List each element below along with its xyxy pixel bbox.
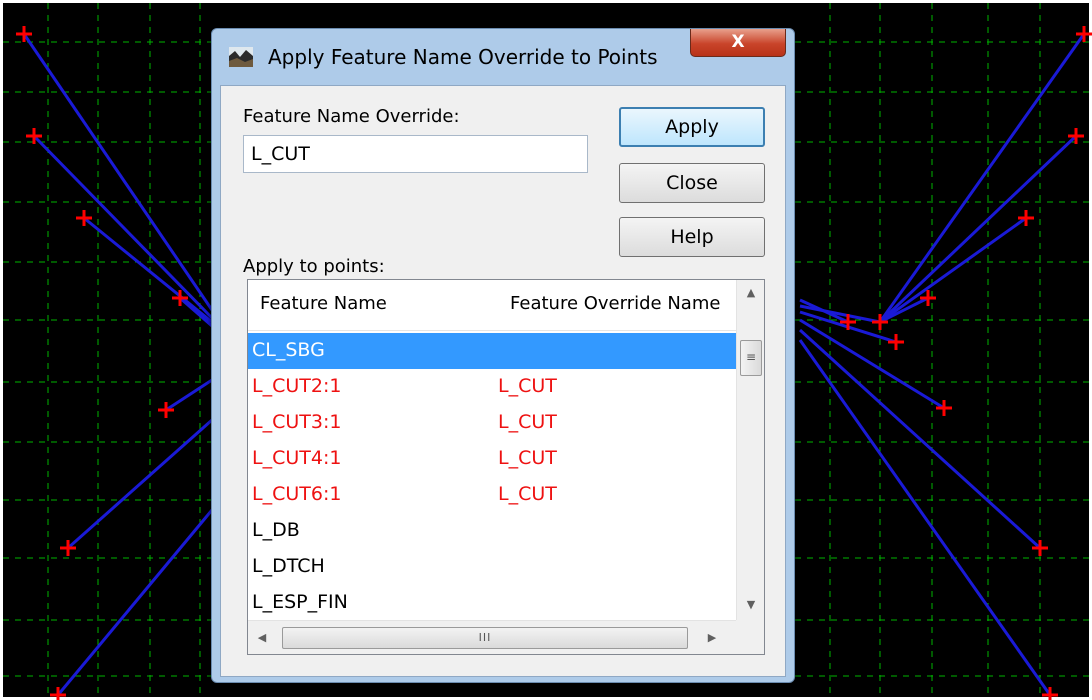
column-header-feature-override-name[interactable]: Feature Override Name <box>510 293 720 314</box>
list-item[interactable]: L_CUT4:1 L_CUT <box>248 441 736 477</box>
feature-name-cell: L_CUT6:1 <box>252 483 342 505</box>
help-button[interactable]: Help <box>619 217 765 257</box>
feature-override-name-cell: L_CUT <box>498 483 557 505</box>
column-header-feature-name[interactable]: Feature Name <box>260 293 387 314</box>
list-item[interactable]: L_ESP_FIN <box>248 585 736 621</box>
scroll-down-icon[interactable]: ▼ <box>737 592 764 618</box>
feature-override-name-cell: L_CUT <box>498 411 557 433</box>
feature-override-name-cell: L_CUT <box>498 375 557 397</box>
list-item[interactable]: CL_SBG <box>248 333 736 369</box>
feature-name-cell: L_CUT4:1 <box>252 447 342 469</box>
scroll-up-icon[interactable]: ▲ <box>737 280 764 306</box>
list-item[interactable]: L_CUT2:1 L_CUT <box>248 369 736 405</box>
list-item[interactable]: L_CUT6:1 L_CUT <box>248 477 736 513</box>
feature-name-cell: L_CUT3:1 <box>252 411 342 433</box>
dialog-client-area: Feature Name Override: Apply Close Help … <box>220 85 786 677</box>
scrollbar-corner <box>736 620 764 654</box>
vertical-scrollbar[interactable]: ▲ ≡ ▼ <box>736 280 764 620</box>
apply-feature-name-override-dialog: Apply Feature Name Override to Points X … <box>211 28 795 683</box>
feature-override-name-cell: L_CUT <box>498 447 557 469</box>
scroll-left-icon[interactable]: ◀ <box>248 621 276 654</box>
list-item[interactable]: L_DB <box>248 513 736 549</box>
feature-name-cell: CL_SBG <box>252 339 325 361</box>
feature-name-cell: L_ESP_FIN <box>252 591 348 613</box>
dialog-title-bar[interactable]: Apply Feature Name Override to Points X <box>212 29 794 85</box>
close-icon[interactable]: X <box>690 29 786 57</box>
feature-name-cell: L_DB <box>252 519 300 541</box>
apply-button[interactable]: Apply <box>619 107 765 147</box>
list-item[interactable]: L_DTCH <box>248 549 736 585</box>
dialog-title: Apply Feature Name Override to Points <box>268 45 658 69</box>
points-list[interactable]: Feature Name Feature Override Name CL_SB… <box>247 279 765 655</box>
app-icon <box>229 47 253 67</box>
feature-name-override-input[interactable] <box>243 135 588 173</box>
feature-name-cell: L_DTCH <box>252 555 325 577</box>
horizontal-scroll-thumb[interactable]: III <box>282 627 688 649</box>
list-item[interactable]: L_CUT3:1 L_CUT <box>248 405 736 441</box>
horizontal-scrollbar[interactable]: ◀ III ▶ <box>248 620 736 654</box>
scroll-right-icon[interactable]: ▶ <box>698 621 726 654</box>
feature-name-override-label: Feature Name Override: <box>243 106 460 127</box>
vertical-scroll-thumb[interactable]: ≡ <box>740 340 762 376</box>
close-button[interactable]: Close <box>619 163 765 203</box>
feature-name-cell: L_CUT2:1 <box>252 375 342 397</box>
list-header: Feature Name Feature Override Name <box>248 280 736 331</box>
list-rows: CL_SBG L_CUT2:1 L_CUT L_CUT3:1 L_CUT L_CUT4:1… <box>248 333 736 621</box>
apply-to-points-label: Apply to points: <box>243 256 385 277</box>
